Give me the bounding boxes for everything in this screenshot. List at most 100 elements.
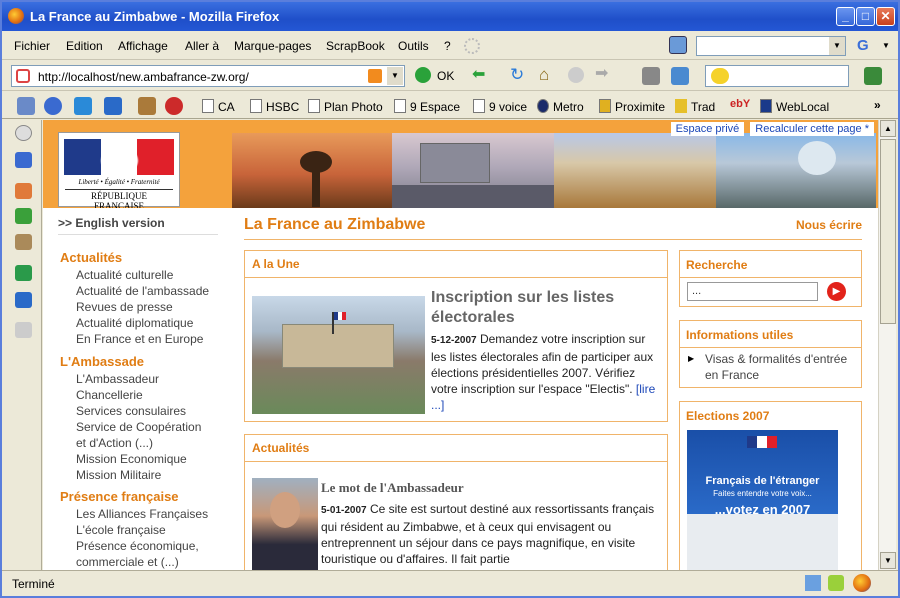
elections-poster[interactable]: Français de l'étranger Faites entendre v… [687, 430, 838, 570]
scroll-down-icon[interactable]: ▼ [880, 552, 896, 569]
menu-aller[interactable]: Aller à [185, 39, 219, 53]
recalculer-link[interactable]: Recalculer cette page * [750, 122, 874, 136]
nav-item[interactable]: Actualité de l'ambassade [76, 284, 209, 298]
elysee-photo[interactable] [252, 296, 425, 414]
nav-section-ambassade[interactable]: L'Ambassade [60, 354, 144, 369]
more-bookmarks-icon[interactable]: » [874, 98, 881, 112]
bookmark-9-espace[interactable]: 9 Espace [394, 99, 460, 114]
bookmark-metro[interactable]: Metro [537, 99, 584, 114]
search-dropdown-icon[interactable]: ▼ [882, 41, 890, 50]
go-button[interactable]: OK [437, 69, 454, 83]
toolbar-search-input[interactable] [705, 65, 849, 87]
rss-icon[interactable] [368, 69, 382, 83]
menu-marque-pages[interactable]: Marque-pages [234, 39, 311, 53]
nav-section-presence[interactable]: Présence française [60, 489, 179, 504]
nav-item[interactable]: Mission Militaire [76, 468, 161, 482]
firefox-status-icon[interactable] [853, 574, 871, 592]
nav-item[interactable]: Actualité culturelle [76, 268, 173, 282]
google-icon[interactable]: G [857, 37, 869, 54]
new-tab-icon[interactable] [864, 67, 882, 85]
nav-item[interactable]: et d'Action (...) [76, 436, 153, 450]
nav-item[interactable]: Services consulaires [76, 404, 186, 418]
bookmark-icon-1[interactable] [17, 97, 35, 115]
bookmark-icon-5[interactable] [138, 97, 156, 115]
nav-item[interactable]: L'école française [76, 523, 166, 537]
une-article-title[interactable]: Inscription sur les listes électorales [431, 288, 661, 328]
nav-item[interactable]: Les Alliances Françaises [76, 507, 208, 521]
menu-affichage[interactable]: Affichage [118, 39, 168, 53]
bookmark-icon-6[interactable] [165, 97, 183, 115]
actualites-article-title[interactable]: Le mot de l'Ambassadeur [321, 480, 464, 496]
nav-item[interactable]: Mission Economique [76, 452, 187, 466]
visas-link[interactable]: Visas & formalités d'entrée en France [705, 351, 855, 383]
republique-francaise-logo[interactable]: Liberté • Égalité • Fraternité RÉPUBLIQU… [58, 132, 180, 211]
tool-icon-5[interactable] [15, 292, 32, 308]
bookmark-proximite[interactable]: Proximite [599, 99, 665, 114]
menu-outils[interactable]: Outils [398, 39, 429, 53]
tool-icon-4[interactable] [15, 265, 32, 281]
vertical-scrollbar[interactable]: ▲ ▼ [878, 120, 896, 570]
search-field[interactable]: ... [687, 282, 818, 301]
back-icon[interactable]: ⬅ [472, 67, 485, 83]
status-icon-1[interactable] [805, 575, 821, 591]
bookmark-ca[interactable]: CA [202, 99, 235, 114]
url-bar[interactable]: http://localhost/new.ambafrance-zw.org/ … [11, 65, 405, 87]
url-dropdown-icon[interactable]: ▼ [387, 67, 403, 85]
nav-item[interactable]: Actualité diplomatique [76, 316, 193, 330]
search-engine-icon[interactable] [669, 36, 687, 54]
tool-icon-3[interactable] [15, 234, 32, 250]
web-search-input[interactable]: ▼ [696, 36, 846, 56]
nav-item[interactable]: Chancellerie [76, 388, 143, 402]
bookmark-icon-2[interactable] [44, 97, 62, 115]
menu-help[interactable]: ? [444, 39, 451, 53]
nav-item[interactable]: L'Ambassadeur [76, 372, 159, 386]
bookmark-icon-4[interactable] [104, 97, 122, 115]
recherche-box: Recherche ... ▶ [679, 250, 862, 307]
english-version-link[interactable]: >> English version [58, 216, 165, 230]
bookmark-hsbc[interactable]: HSBC [250, 99, 299, 114]
nav-section-actualites[interactable]: Actualités [60, 250, 122, 265]
ebay-icon[interactable]: ebY [730, 98, 750, 110]
bookmark-trad[interactable]: Trad [675, 99, 715, 114]
tool-icon-6[interactable] [15, 322, 32, 338]
bullet-icon: ▶ [688, 354, 695, 363]
bookmark-weblocal[interactable]: WebLocal [760, 99, 829, 114]
nous-ecrire-link[interactable]: Nous écrire [796, 218, 862, 232]
search-submit-icon[interactable]: ▶ [827, 282, 846, 301]
chevron-down-icon[interactable]: ▼ [829, 37, 845, 55]
minimize-button[interactable]: _ [836, 7, 855, 26]
nav-item[interactable]: commerciale et (...) [76, 555, 179, 569]
tool-icon-2[interactable] [15, 208, 32, 224]
menu-scrapbook[interactable]: ScrapBook [326, 39, 385, 53]
bookmark-plan-photo[interactable]: Plan Photo [308, 99, 383, 114]
city-photo [392, 133, 554, 208]
page-icon [16, 69, 30, 83]
scroll-up-icon[interactable]: ▲ [880, 120, 896, 137]
page-title: La France au Zimbabwe [244, 216, 426, 233]
bookmark-9-voice[interactable]: 9 voice [473, 99, 527, 114]
print-icon[interactable] [642, 67, 660, 85]
maximize-button[interactable]: □ [856, 7, 875, 26]
page-action-icon[interactable] [671, 67, 689, 85]
history-icon[interactable] [15, 125, 32, 141]
window-title: La France au Zimbabwe - Mozilla Firefox [30, 9, 280, 24]
espace-prive-link[interactable]: Espace privé [670, 122, 745, 136]
nav-item[interactable]: En France et en Europe [76, 332, 203, 346]
tool-icon-1[interactable] [15, 183, 32, 199]
bookmarks-sidebar-icon[interactable] [15, 152, 32, 168]
reload-icon[interactable]: ↻ [510, 66, 524, 83]
bookmark-icon-3[interactable] [74, 97, 92, 115]
go-icon[interactable] [415, 67, 431, 83]
scroll-thumb[interactable] [880, 139, 896, 324]
stop-icon[interactable] [568, 67, 584, 83]
nav-item[interactable]: Revues de presse [76, 300, 173, 314]
nav-item[interactable]: Présence économique, [76, 539, 199, 553]
menu-fichier[interactable]: Fichier [14, 39, 50, 53]
home-icon[interactable]: ⌂ [539, 66, 549, 83]
close-button[interactable]: ✕ [876, 7, 895, 26]
forward-icon[interactable]: ➡ [595, 66, 608, 82]
menu-edition[interactable]: Edition [66, 39, 103, 53]
nav-item[interactable]: Service de Coopération [76, 420, 201, 434]
status-icon-2[interactable] [828, 575, 844, 591]
elections-box: Elections 2007 Français de l'étranger Fa… [679, 401, 862, 570]
